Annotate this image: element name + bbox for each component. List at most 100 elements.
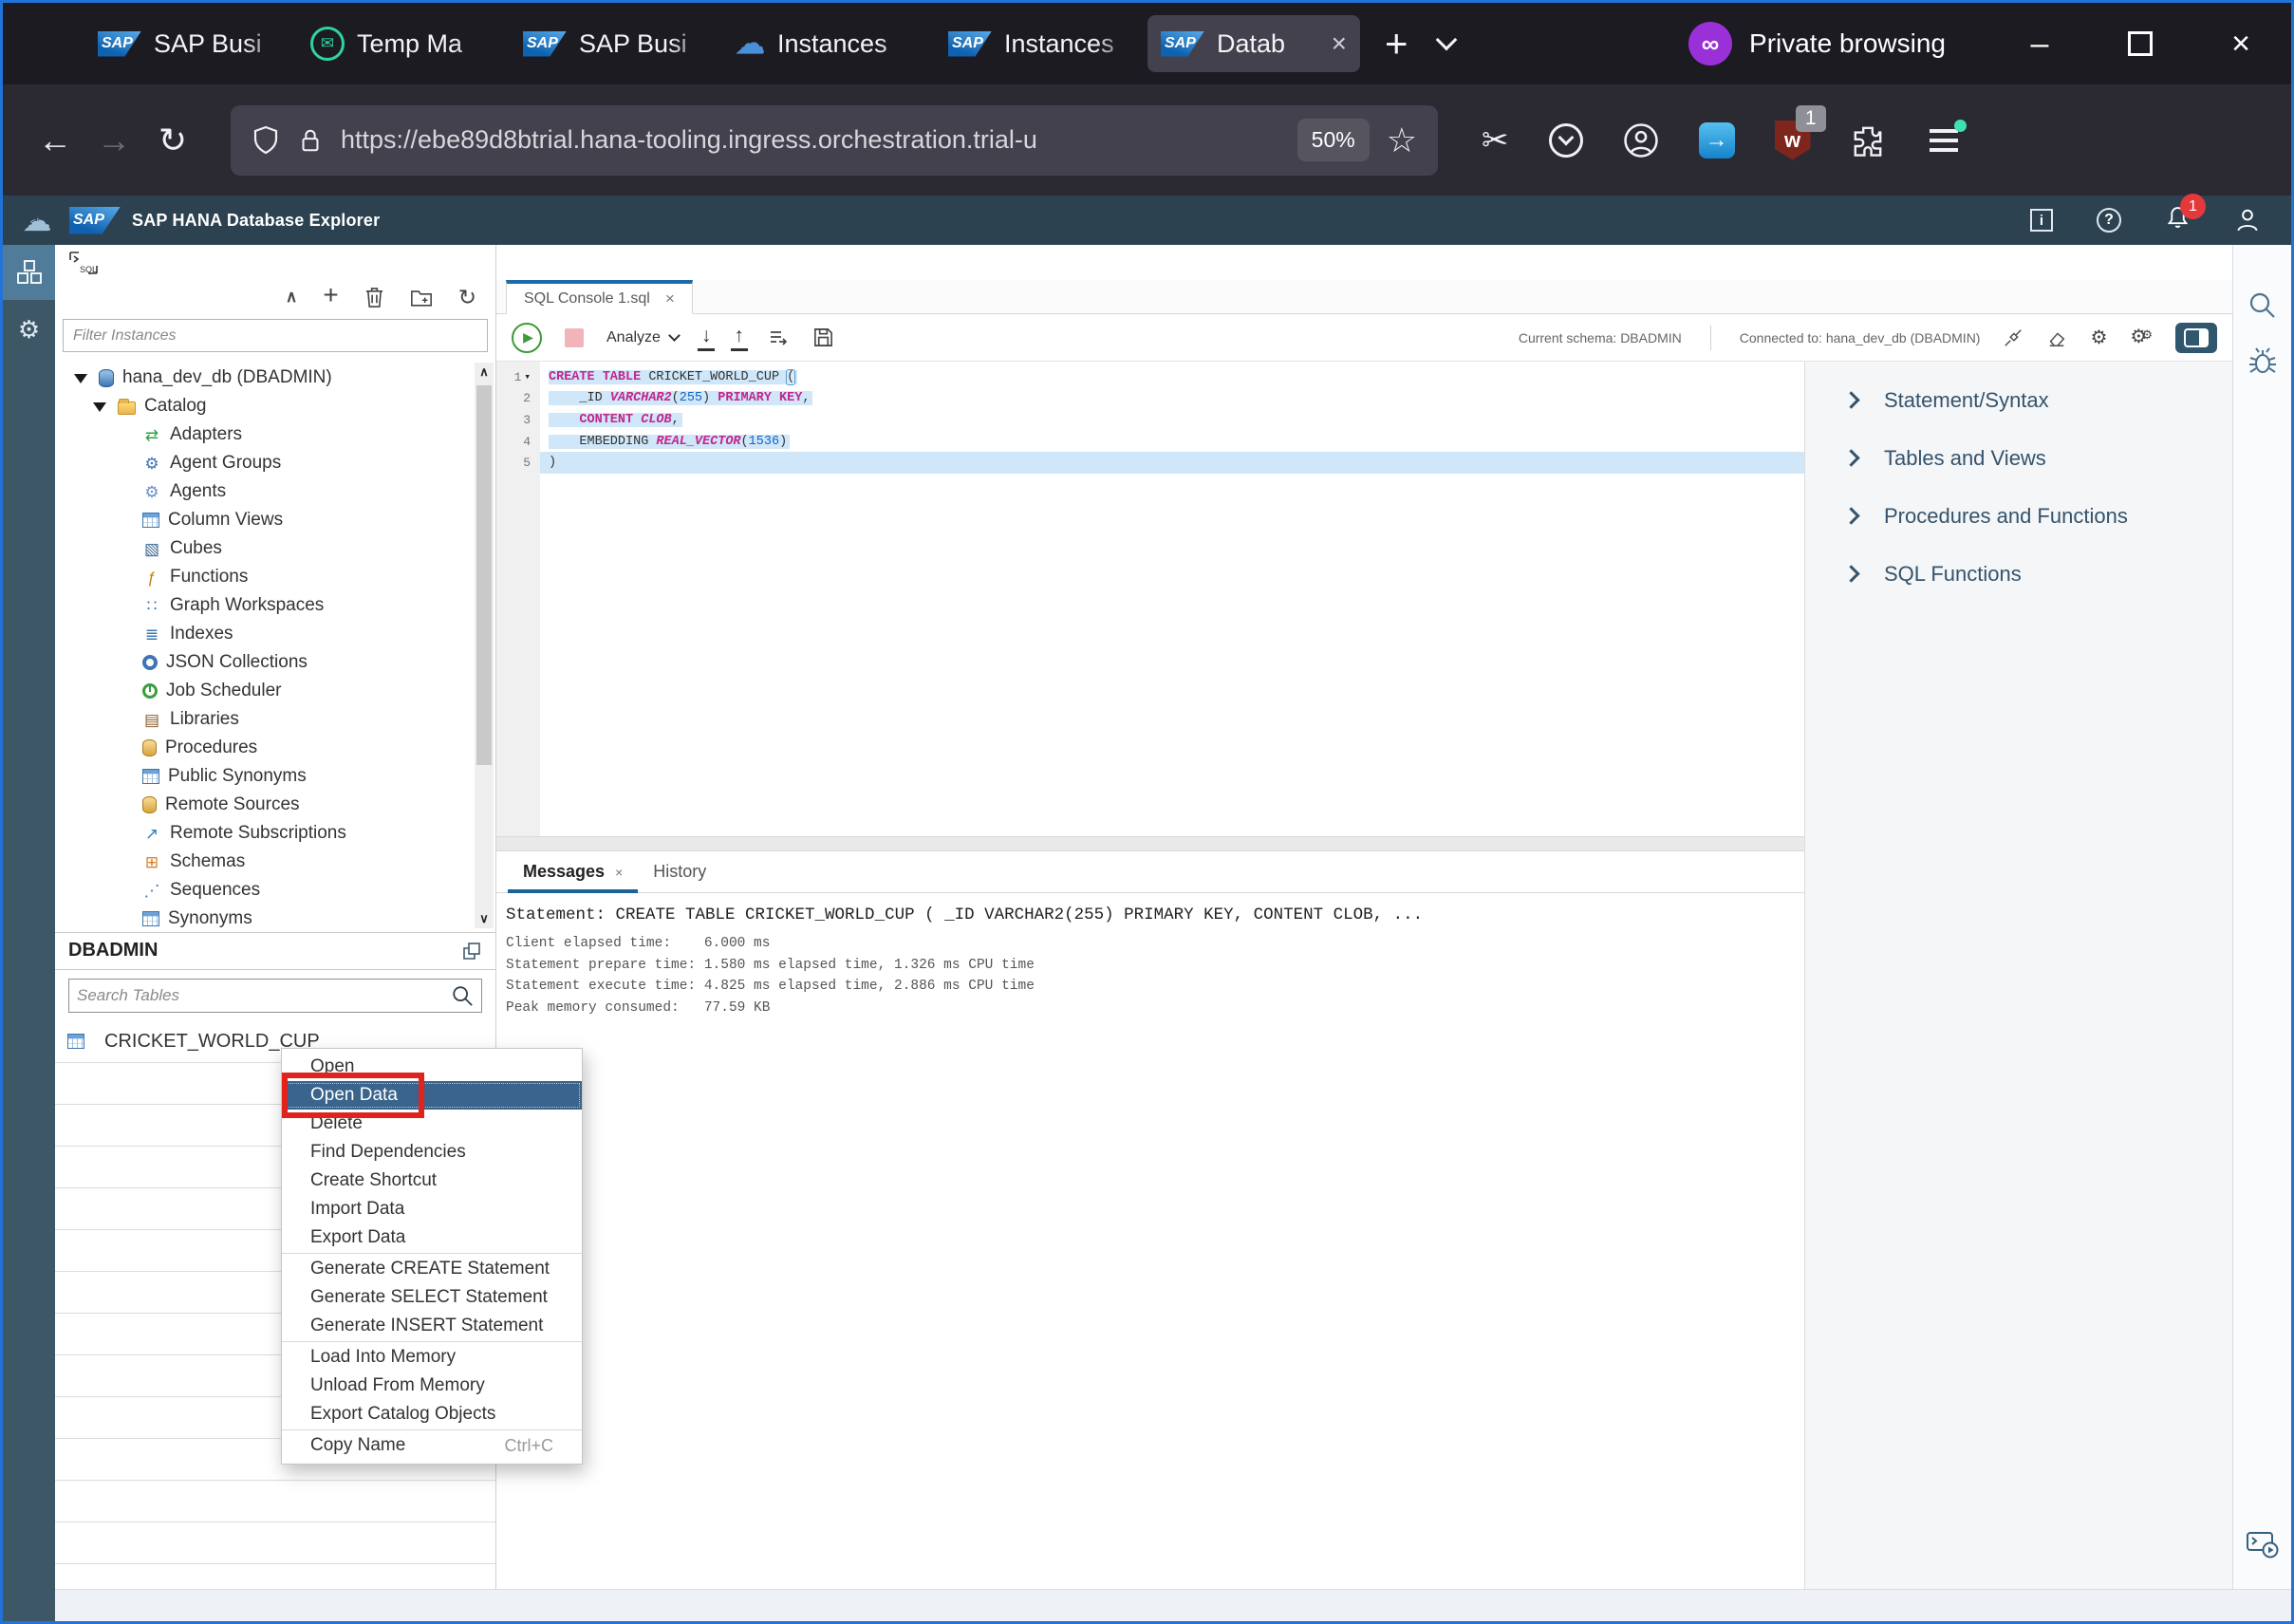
runtime-settings-icon[interactable]: ⚙ bbox=[2090, 328, 2107, 347]
code-line[interactable]: _ID VARCHAR2(255) PRIMARY KEY, bbox=[549, 388, 1804, 410]
help-item-statement-syntax[interactable]: Statement/Syntax bbox=[1805, 371, 2232, 429]
pocket-icon[interactable] bbox=[1549, 123, 1583, 158]
cloud-code-icon[interactable]: ☁</> bbox=[16, 206, 58, 235]
tree-item-public-synonyms[interactable]: Public Synonyms bbox=[55, 762, 495, 791]
help-icon[interactable]: ? bbox=[2097, 208, 2121, 233]
menu-item-load-into-memory[interactable]: Load Into Memory bbox=[282, 1343, 582, 1372]
collapse-all-icon[interactable]: ∧ bbox=[286, 288, 297, 307]
settings-nav-item[interactable]: ⚙ bbox=[18, 315, 40, 345]
preferences-gears-icon[interactable]: ⚙⚙ bbox=[2130, 327, 2153, 347]
close-icon[interactable]: × bbox=[615, 865, 623, 880]
tree-item-synonyms[interactable]: Synonyms bbox=[55, 905, 495, 932]
tree-scrollbar[interactable]: ∧ ∨ bbox=[475, 363, 494, 928]
download-icon[interactable]: ↓ bbox=[701, 325, 712, 351]
help-item-tables-and-views[interactable]: Tables and Views bbox=[1805, 429, 2232, 487]
refresh-icon[interactable]: ↻ bbox=[458, 285, 476, 310]
save-icon[interactable] bbox=[812, 327, 834, 348]
minimize-button[interactable]: – bbox=[1989, 3, 2090, 84]
menu-item-export-catalog-objects[interactable]: Export Catalog Objects bbox=[282, 1400, 582, 1428]
address-bar[interactable]: https://ebe89d8btrial.hana-tooling.ingre… bbox=[231, 105, 1438, 176]
menu-item-find-dependencies[interactable]: Find Dependencies bbox=[282, 1138, 582, 1167]
debugger-bug-icon[interactable] bbox=[2247, 345, 2278, 378]
tree-item-json-collections[interactable]: JSON Collections bbox=[55, 648, 495, 677]
menu-item-create-shortcut[interactable]: Create Shortcut bbox=[282, 1167, 582, 1195]
browser-tab-datab[interactable]: SAPDatab× bbox=[1147, 15, 1360, 72]
code-lines[interactable]: CREATE TABLE CRICKET_WORLD_CUP ( _ID VAR… bbox=[540, 362, 1804, 836]
zoom-level-badge[interactable]: 50% bbox=[1297, 119, 1370, 161]
reload-button[interactable]: ↻ bbox=[143, 111, 202, 170]
menu-hamburger-icon[interactable] bbox=[1925, 121, 1963, 159]
back-button[interactable]: ← bbox=[26, 111, 84, 170]
tree-item-job-scheduler[interactable]: Job Scheduler bbox=[55, 677, 495, 705]
scroll-up-icon[interactable]: ∧ bbox=[479, 364, 489, 380]
close-icon[interactable]: × bbox=[1332, 28, 1347, 59]
menu-item-delete[interactable]: Delete bbox=[282, 1110, 582, 1138]
new-tab-button[interactable]: + bbox=[1385, 21, 1408, 66]
upload-icon[interactable]: ↑ bbox=[734, 325, 744, 351]
sql-console-run-icon[interactable] bbox=[2246, 1529, 2280, 1564]
disconnect-icon[interactable] bbox=[2003, 327, 2024, 348]
search-tool-icon[interactable] bbox=[2247, 290, 2278, 321]
menu-item-generate-insert-statement[interactable]: Generate INSERT Statement bbox=[282, 1312, 582, 1340]
maximize-button[interactable] bbox=[2090, 3, 2191, 84]
open-sql-console-icon[interactable]: SQL bbox=[68, 251, 99, 275]
delete-trash-icon[interactable] bbox=[364, 287, 384, 308]
tree-item-cubes[interactable]: ▧Cubes bbox=[55, 534, 495, 563]
add-instance-icon[interactable]: + bbox=[323, 280, 338, 310]
tree-item-column-views[interactable]: Column Views bbox=[55, 506, 495, 534]
tree-item-agent-groups[interactable]: ⚙Agent Groups bbox=[55, 449, 495, 477]
tree-item-graph-workspaces[interactable]: ∷Graph Workspaces bbox=[55, 591, 495, 620]
info-icon[interactable]: i bbox=[2030, 209, 2053, 232]
format-code-icon[interactable] bbox=[767, 327, 790, 349]
code-line[interactable]: CREATE TABLE CRICKET_WORLD_CUP ( bbox=[549, 366, 1804, 388]
url-text[interactable]: https://ebe89d8btrial.hana-tooling.ingre… bbox=[341, 125, 1280, 155]
filter-instances-input[interactable] bbox=[63, 319, 488, 352]
browser-tab-sap-busi[interactable]: SAPSAP Busi bbox=[84, 15, 297, 72]
page-shortcut-icon[interactable]: → bbox=[1699, 122, 1735, 159]
tree-item-catalog[interactable]: Catalog bbox=[55, 392, 495, 420]
sql-editor[interactable]: 1▾2345 CREATE TABLE CRICKET_WORLD_CUP ( … bbox=[496, 362, 1804, 836]
browser-tab-sap-busi[interactable]: SAPSAP Busi bbox=[510, 15, 722, 72]
stop-button[interactable] bbox=[565, 328, 584, 347]
tree-item-schemas[interactable]: ⊞Schemas bbox=[55, 848, 495, 876]
menu-item-export-data[interactable]: Export Data bbox=[282, 1223, 582, 1252]
help-item-sql-functions[interactable]: SQL Functions bbox=[1805, 545, 2232, 603]
account-icon[interactable] bbox=[1623, 122, 1659, 159]
scroll-down-icon[interactable]: ∨ bbox=[479, 911, 489, 926]
tree-item-libraries[interactable]: ▤Libraries bbox=[55, 705, 495, 734]
bookmark-star-icon[interactable]: ☆ bbox=[1387, 121, 1417, 160]
eraser-icon[interactable] bbox=[2046, 327, 2067, 348]
screenshot-scissors-icon[interactable]: ✂ bbox=[1482, 121, 1509, 159]
forward-button[interactable]: → bbox=[84, 111, 143, 170]
extensions-puzzle-icon[interactable] bbox=[1851, 123, 1885, 158]
tree-item-hana-dev-db-dbadmin[interactable]: hana_dev_db (DBADMIN) bbox=[55, 364, 495, 392]
chevron-expanded-icon[interactable] bbox=[93, 402, 106, 419]
menu-item-open[interactable]: Open bbox=[282, 1053, 582, 1081]
tree-item-remote-subscriptions[interactable]: ↗Remote Subscriptions bbox=[55, 819, 495, 848]
tree-item-indexes[interactable]: ≣Indexes bbox=[55, 620, 495, 648]
browser-tab-instances[interactable]: ☁Instances bbox=[722, 15, 935, 72]
tree-item-functions[interactable]: ƒFunctions bbox=[55, 563, 495, 591]
tree-item-remote-sources[interactable]: Remote Sources bbox=[55, 791, 495, 819]
search-icon[interactable] bbox=[451, 984, 474, 1007]
shield-permissions-icon[interactable] bbox=[252, 125, 280, 156]
tree-item-sequences[interactable]: ⋰Sequences bbox=[55, 876, 495, 905]
close-icon[interactable]: × bbox=[665, 289, 675, 308]
sql-console-tab[interactable]: SQL Console 1.sql × bbox=[506, 280, 693, 314]
history-tab[interactable]: History bbox=[638, 862, 721, 892]
search-tables-input[interactable] bbox=[77, 986, 451, 1005]
browser-tab-temp-ma[interactable]: ✉Temp Ma bbox=[297, 15, 510, 72]
code-line[interactable]: CONTENT CLOB, bbox=[549, 409, 1804, 431]
analyze-dropdown[interactable]: Analyze bbox=[606, 329, 679, 346]
menu-item-unload-from-memory[interactable]: Unload From Memory bbox=[282, 1372, 582, 1400]
menu-item-generate-create-statement[interactable]: Generate CREATE Statement bbox=[282, 1255, 582, 1283]
code-line[interactable]: EMBEDDING REAL_VECTOR(1536) bbox=[549, 431, 1804, 453]
menu-item-copy-name[interactable]: Copy NameCtrl+C bbox=[282, 1431, 582, 1460]
tree-item-agents[interactable]: ⚙Agents bbox=[55, 477, 495, 506]
list-all-tabs-button[interactable] bbox=[1418, 15, 1475, 72]
wappalyzer-extension-icon[interactable]: w 1 bbox=[1775, 121, 1811, 160]
toggle-side-panel-button[interactable] bbox=[2175, 323, 2217, 353]
help-item-procedures-and-functions[interactable]: Procedures and Functions bbox=[1805, 487, 2232, 545]
menu-item-open-data[interactable]: Open Data bbox=[282, 1081, 582, 1110]
code-line[interactable]: ) bbox=[540, 452, 1804, 474]
